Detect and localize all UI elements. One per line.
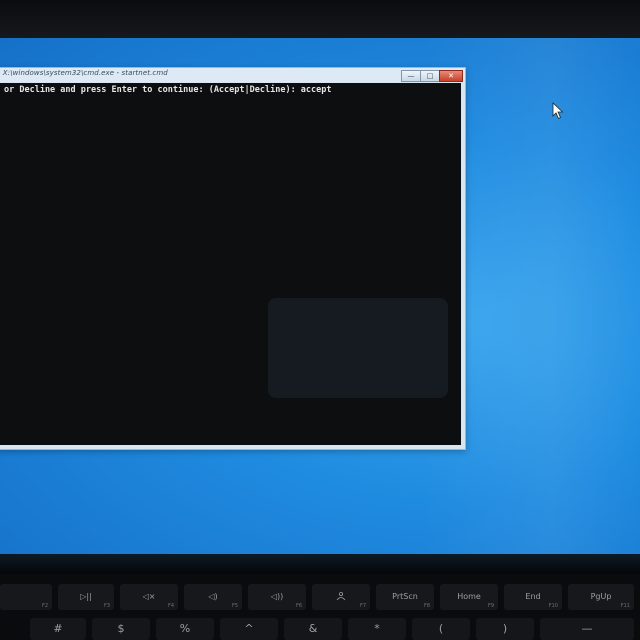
key-f9-sub: F9	[487, 603, 494, 609]
key-f4[interactable]: ◁× F4	[120, 584, 178, 610]
key-f7[interactable]: F7	[312, 584, 370, 610]
screen-bezel-top	[0, 0, 640, 38]
key-paren-open[interactable]: (	[412, 618, 470, 640]
play-pause-icon: ▷||	[80, 592, 92, 601]
desktop: r: X:\windows\system32\cmd.exe - startne…	[0, 38, 640, 554]
cmd-title: r: X:\windows\system32\cmd.exe - startne…	[0, 69, 168, 77]
key-paren-close[interactable]: )	[476, 618, 534, 640]
console-area[interactable]: or Decline and press Enter to continue: …	[0, 83, 461, 445]
key-caret[interactable]: ^	[220, 618, 278, 640]
cmd-window[interactable]: r: X:\windows\system32\cmd.exe - startne…	[0, 67, 466, 450]
minimize-icon: —	[407, 71, 415, 80]
key-f8-sub: F8	[423, 603, 430, 609]
mute-icon: ◁×	[142, 592, 156, 601]
key-f9-label: Home	[457, 592, 481, 601]
key-dash[interactable]: —	[540, 618, 634, 640]
close-button[interactable]: ✕	[439, 70, 463, 82]
key-f10[interactable]: End F10	[504, 584, 562, 610]
key-f10-label: End	[525, 592, 541, 601]
key-f2[interactable]: F2	[0, 584, 52, 610]
key-f11-sub: F11	[620, 603, 630, 609]
key-f10-sub: F10	[548, 603, 558, 609]
key-dollar[interactable]: $	[92, 618, 150, 640]
mouse-cursor-icon	[552, 102, 564, 120]
key-ampersand[interactable]: &	[284, 618, 342, 640]
key-f5[interactable]: ◁) F5	[184, 584, 242, 610]
key-f4-sub: F4	[167, 603, 174, 609]
screen-reflection	[268, 298, 448, 398]
key-percent[interactable]: %	[156, 618, 214, 640]
key-hash[interactable]: #	[30, 618, 86, 640]
share-icon	[312, 591, 370, 603]
key-f7-sub: F7	[359, 603, 366, 609]
close-icon: ✕	[448, 71, 454, 80]
key-f11-label: PgUp	[590, 592, 612, 601]
key-f5-sub: F5	[231, 603, 238, 609]
cmd-titlebar[interactable]: r: X:\windows\system32\cmd.exe - startne…	[0, 68, 465, 82]
key-f3-sub: F3	[103, 603, 110, 609]
key-f2-sub: F2	[41, 603, 48, 609]
key-f6[interactable]: ◁)) F6	[248, 584, 306, 610]
screen-bezel-bottom	[0, 554, 640, 574]
volume-down-icon: ◁)	[208, 592, 218, 601]
key-f9[interactable]: Home F9	[440, 584, 498, 610]
minimize-button[interactable]: —	[401, 70, 421, 82]
console-prompt-line: or Decline and press Enter to continue: …	[4, 85, 332, 95]
volume-up-icon: ◁))	[270, 592, 284, 601]
key-f3[interactable]: ▷|| F3	[58, 584, 114, 610]
key-asterisk[interactable]: *	[348, 618, 406, 640]
key-f8[interactable]: PrtScn F8	[376, 584, 434, 610]
key-f11[interactable]: PgUp F11	[568, 584, 634, 610]
key-f8-label: PrtScn	[392, 592, 418, 601]
maximize-icon: □	[426, 71, 434, 80]
maximize-button[interactable]: □	[420, 70, 440, 82]
key-f6-sub: F6	[295, 603, 302, 609]
